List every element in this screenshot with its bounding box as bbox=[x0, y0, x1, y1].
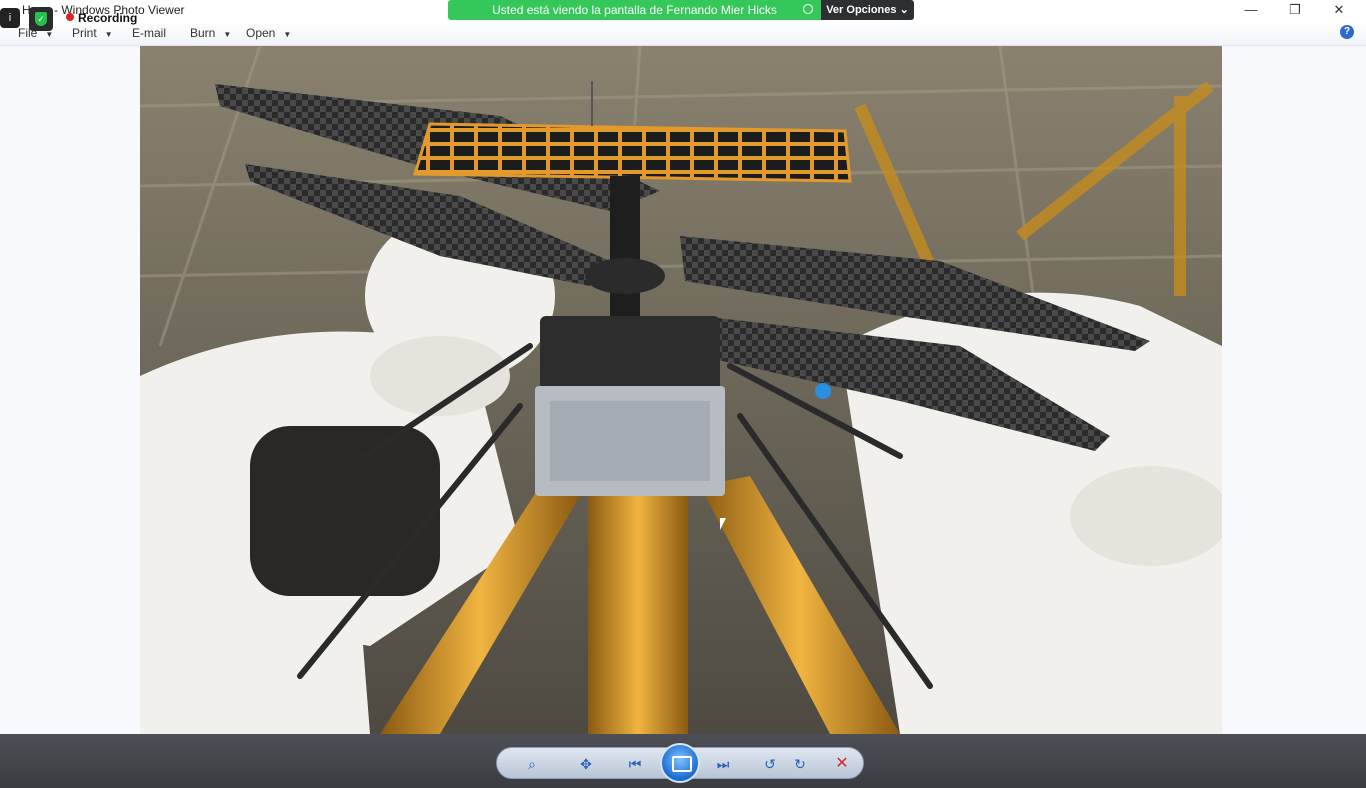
screen-share-text: Usted está viendo la pantalla de Fernand… bbox=[492, 3, 777, 17]
fit-to-window-icon[interactable]: ✥ bbox=[575, 755, 597, 773]
menu-open[interactable]: Open ▼ bbox=[246, 26, 291, 40]
menu-print[interactable]: Print ▼ bbox=[72, 26, 113, 40]
close-button[interactable]: ✕ bbox=[1316, 0, 1362, 21]
slideshow-icon bbox=[672, 756, 692, 772]
chevron-down-icon: ▼ bbox=[104, 30, 113, 39]
menu-print-label: Print bbox=[72, 26, 97, 40]
displayed-photo bbox=[140, 46, 1222, 734]
menu-burn-label: Burn bbox=[190, 26, 216, 40]
menu-email[interactable]: E-mail bbox=[132, 26, 166, 40]
photo-illustration bbox=[140, 46, 1222, 734]
help-icon[interactable]: ? bbox=[1340, 25, 1354, 39]
slideshow-button[interactable] bbox=[660, 743, 700, 783]
screen-share-banner: Usted está viendo la pantalla de Fernand… bbox=[448, 0, 821, 20]
mouse-cursor-icon bbox=[720, 518, 732, 530]
menu-burn[interactable]: Burn ▼ bbox=[190, 26, 231, 40]
rotate-clockwise-icon[interactable]: ↻ bbox=[789, 755, 811, 773]
menu-email-label: E-mail bbox=[132, 26, 167, 40]
restore-button[interactable]: ❐ bbox=[1272, 0, 1318, 21]
status-dot-icon bbox=[803, 4, 813, 14]
menu-bar: File ▼ Print ▼ E-mail Burn ▼ Open ▼ ? bbox=[0, 21, 1366, 46]
delete-icon[interactable]: ✕ bbox=[831, 755, 853, 773]
previous-icon[interactable]: ⏮ bbox=[624, 755, 646, 773]
info-icon[interactable]: i bbox=[0, 8, 20, 28]
chevron-down-icon: ▼ bbox=[283, 30, 292, 39]
menu-open-label: Open bbox=[246, 26, 276, 40]
zoom-icon[interactable]: ⌕ bbox=[521, 755, 543, 773]
chevron-down-icon: ▼ bbox=[45, 30, 54, 39]
rotate-counterclockwise-icon[interactable]: ↺ bbox=[759, 755, 781, 773]
recording-dot-icon bbox=[66, 13, 74, 21]
view-options-button[interactable]: Ver Opciones ⌄ bbox=[821, 0, 914, 20]
next-icon[interactable]: ⏭ bbox=[712, 755, 734, 773]
chevron-down-icon: ▼ bbox=[223, 30, 232, 39]
recording-label: Recording bbox=[78, 11, 138, 25]
minimize-button[interactable]: — bbox=[1228, 0, 1274, 21]
security-shield-icon[interactable]: ✓ bbox=[29, 7, 53, 31]
